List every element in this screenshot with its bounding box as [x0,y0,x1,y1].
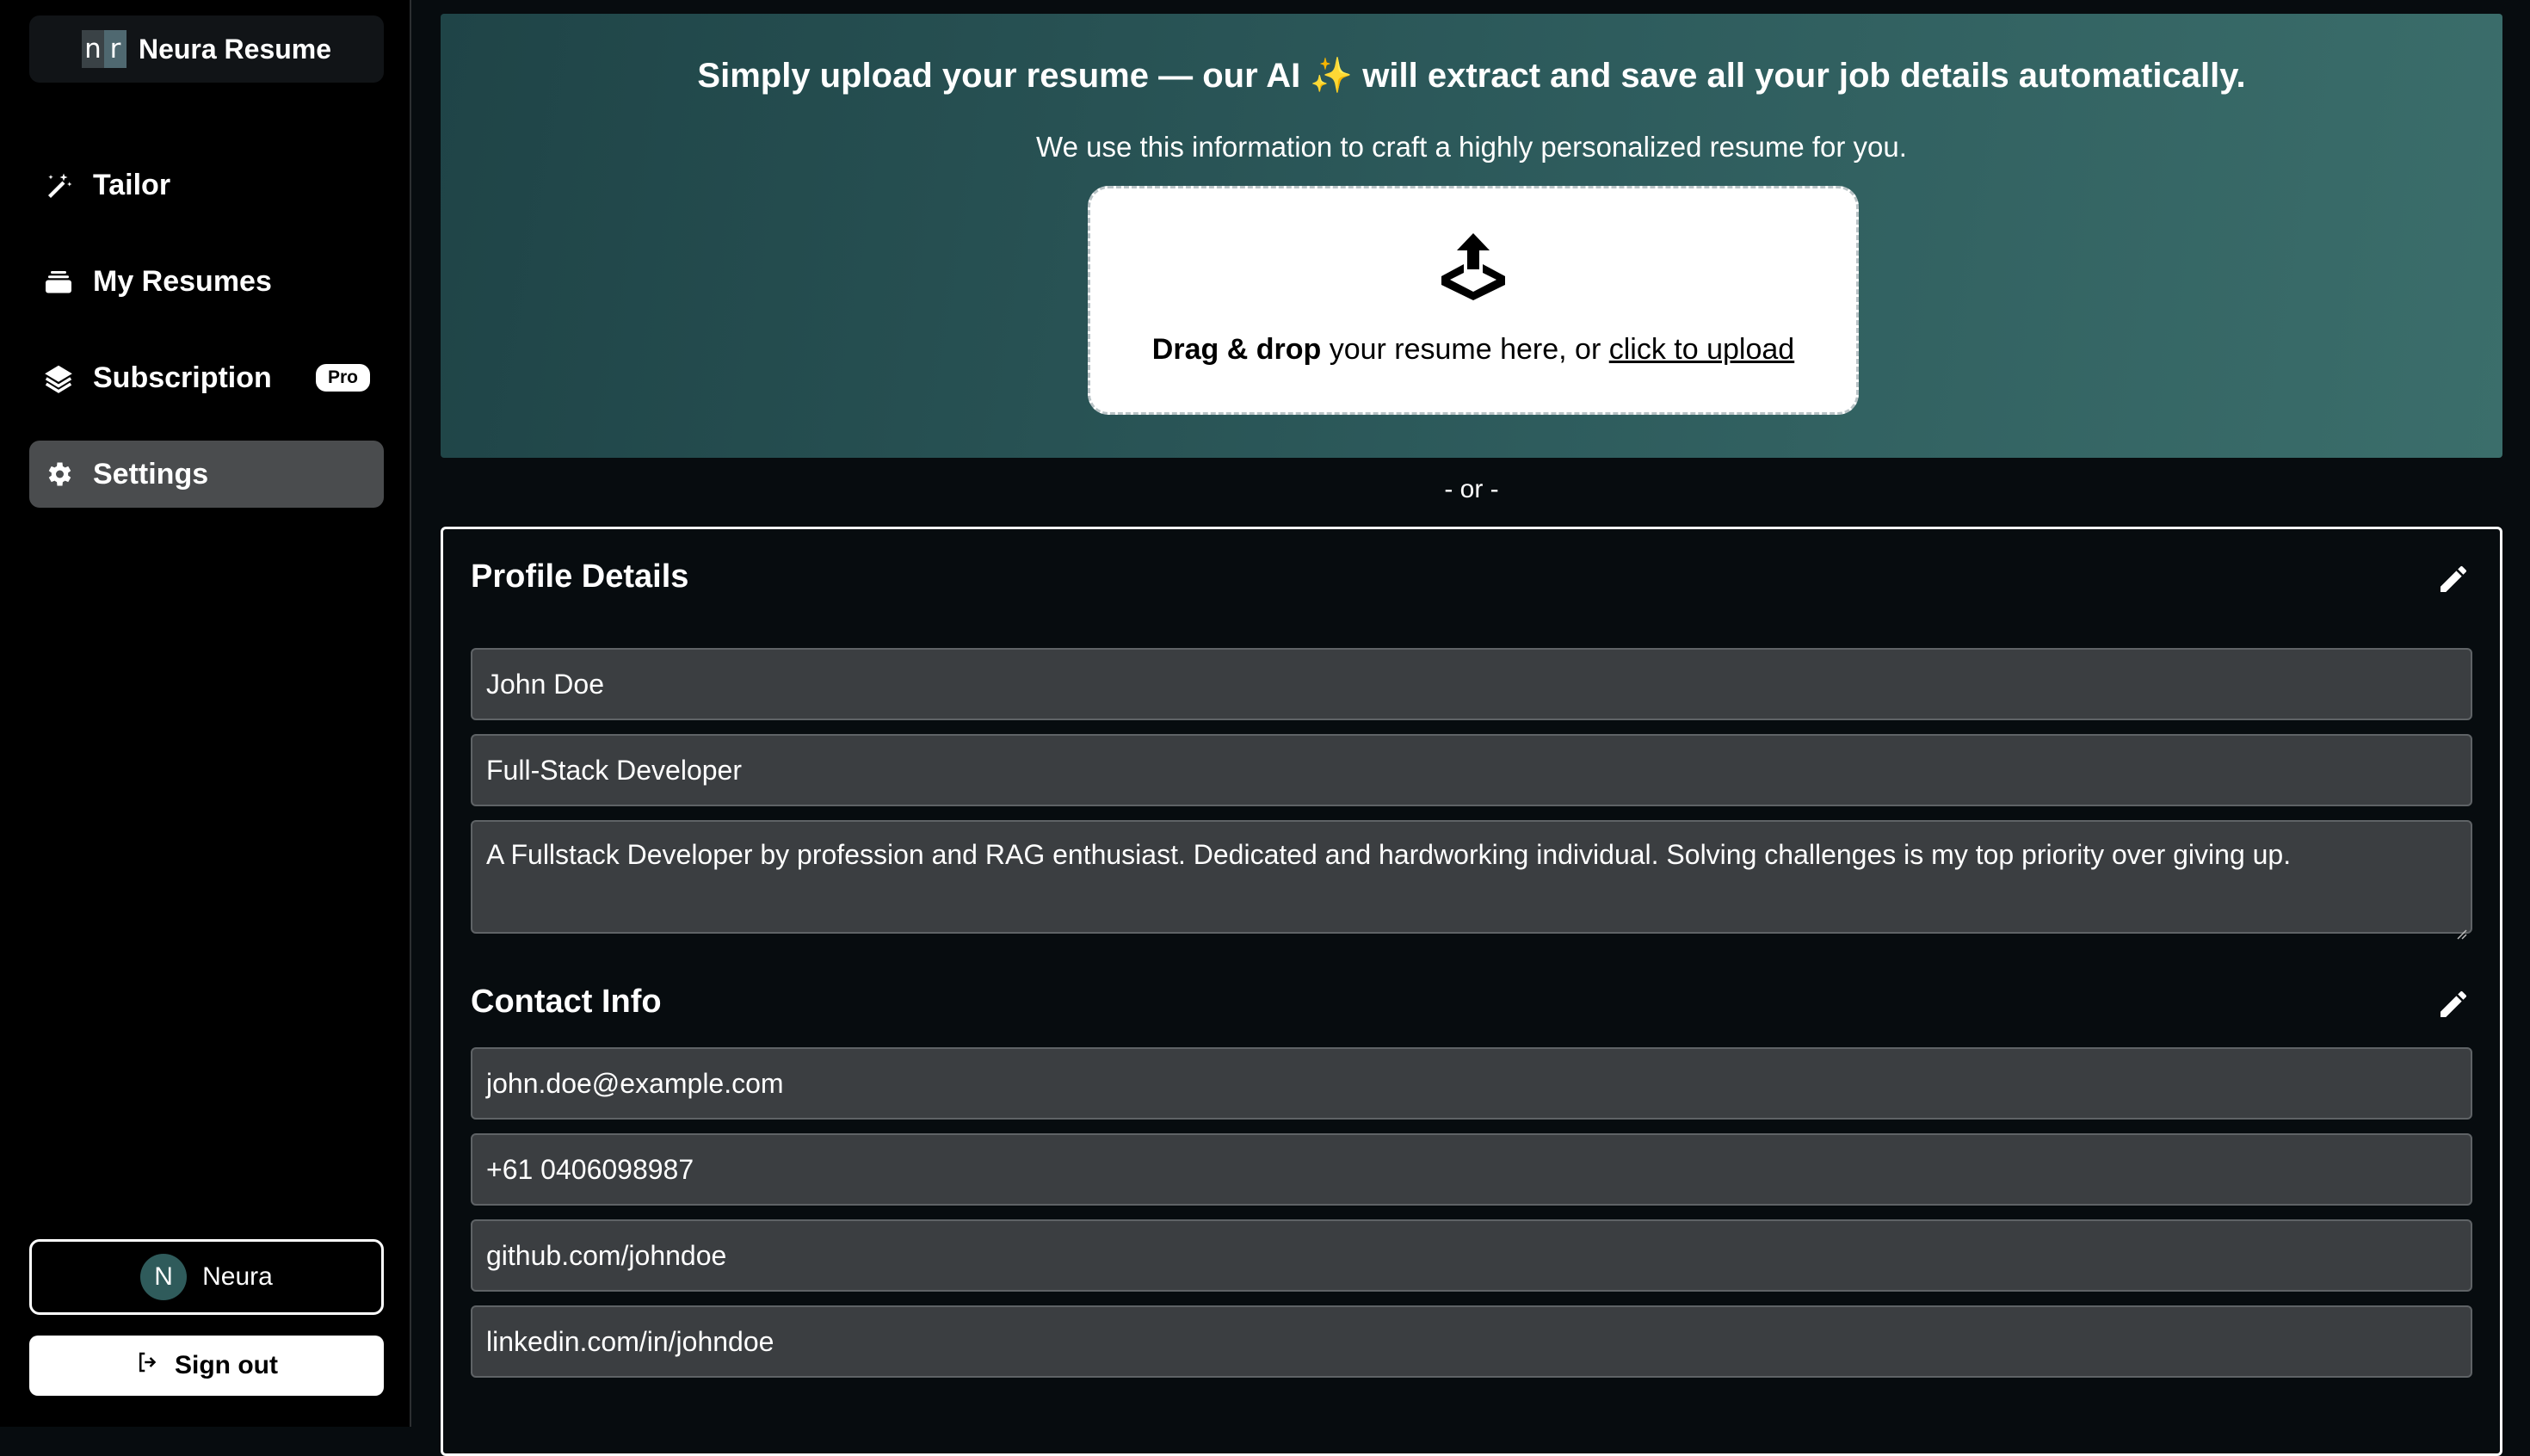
sidebar-item-tailor[interactable]: Tailor [29,151,384,219]
summary-textarea[interactable]: A Fullstack Developer by profession and … [471,820,2472,940]
email-field[interactable]: john.doe@example.com [471,1047,2472,1120]
linkedin-value: linkedin.com/in/johndoe [486,1325,774,1357]
resume-dropzone[interactable]: Drag & drop your resume here, or click t… [1088,186,1859,415]
name-value: John Doe [486,668,604,700]
sidebar-item-subscription[interactable]: Subscription Pro [29,344,384,411]
contact-info-title: Contact Info [471,984,662,1020]
sidebar: n r Neura Resume Tailor My Resumes Subsc… [0,0,411,1427]
avatar: N [140,1254,188,1300]
sign-out-button[interactable]: Sign out [29,1336,384,1396]
upload-panel: Simply upload your resume — our AI ✨ wil… [441,14,2502,458]
upload-title: Simply upload your resume — our AI ✨ wil… [697,57,2246,95]
resize-grip-icon[interactable] [2453,915,2467,940]
dropzone-text: Drag & drop your resume here, or click t… [1090,333,1856,367]
sign-out-label: Sign out [175,1351,278,1379]
github-value: github.com/johndoe [486,1239,727,1271]
sign-out-icon [135,1349,161,1382]
sidebar-item-settings[interactable]: Settings [29,441,384,508]
upload-tray-icon [1435,231,1512,306]
pro-badge: Pro [315,364,370,392]
phone-field[interactable]: +61 0406098987 [471,1133,2472,1206]
sidebar-item-label: Settings [93,457,209,490]
layers-icon [41,361,76,395]
role-value: Full-Stack Developer [486,754,742,786]
brand[interactable]: n r Neura Resume [29,15,384,83]
github-field[interactable]: github.com/johndoe [471,1219,2472,1292]
gear-icon [41,457,76,491]
or-separator: - or - [1444,475,1499,503]
linkedin-field[interactable]: linkedin.com/in/johndoe [471,1305,2472,1378]
dropzone-bold: Drag & drop [1151,333,1322,366]
app-name: Neura Resume [138,33,332,65]
sidebar-item-my-resumes[interactable]: My Resumes [29,248,384,315]
logo-letter-n: n [81,30,104,68]
logo-letter-r: r [103,30,126,68]
click-to-upload-link[interactable]: click to upload [1609,333,1794,366]
magic-wand-icon [41,168,76,202]
user-name: Neura [202,1262,273,1291]
sidebar-item-label: Tailor [93,168,171,201]
sidebar-item-label: Subscription [93,361,272,394]
upload-subtitle: We use this information to craft a highl… [1036,131,1907,163]
stack-icon [41,264,76,299]
edit-contact-icon[interactable] [2436,987,2471,1021]
dropzone-middle: your resume here, or [1321,333,1609,366]
profile-details-title: Profile Details [471,558,689,595]
email-value: john.doe@example.com [486,1067,784,1099]
edit-profile-icon[interactable] [2436,562,2471,596]
sidebar-item-label: My Resumes [93,264,272,298]
name-field[interactable]: John Doe [471,648,2472,720]
phone-value: +61 0406098987 [486,1153,694,1185]
user-profile-button[interactable]: N Neura [29,1239,384,1315]
brand-logo: n r [81,30,126,68]
role-field[interactable]: Full-Stack Developer [471,734,2472,806]
profile-card: Profile Details John Doe Full-Stack Deve… [441,527,2502,1456]
summary-value: A Fullstack Developer by profession and … [486,839,2292,870]
